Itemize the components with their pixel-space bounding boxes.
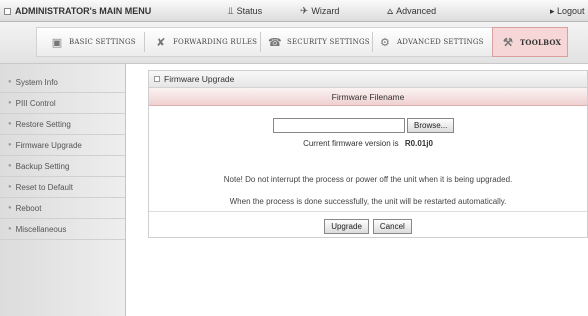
tab-toolbox[interactable]: ⚒ TOOLBOX: [492, 27, 569, 57]
firmware-file-input[interactable]: [273, 118, 405, 133]
sidebar-item-firmware-upgrade[interactable]: ● Firmware Upgrade: [0, 135, 125, 156]
status-icon: ⫫: [228, 5, 234, 17]
bullet-icon: ●: [8, 79, 12, 85]
status-menu-label: Status: [236, 6, 263, 16]
bullet-icon: ●: [8, 163, 12, 169]
tab-basic-settings-label: BASIC SETTINGS: [69, 38, 136, 46]
firmware-version-value: R0.01j0: [404, 139, 433, 148]
tab-divider: [372, 32, 373, 52]
top-menu-bar: ADMINISTRATOR's MAIN MENU ⫫ Status ✈ Wiz…: [0, 0, 588, 22]
bullet-icon: ●: [8, 226, 12, 232]
bullet-icon: ●: [8, 121, 12, 127]
sidebar-item-label: Reboot: [15, 203, 42, 213]
panel-square-icon: [154, 76, 160, 82]
main-menu-title-text: ADMINISTRATOR's MAIN MENU: [15, 6, 152, 16]
wizard-menu-label: Wizard: [311, 6, 340, 16]
column-header-label: Firmware Filename: [331, 91, 405, 102]
sidebar-item-piii-control[interactable]: ● PIII Control: [0, 93, 125, 114]
main-menu-title: ADMINISTRATOR's MAIN MENU: [4, 0, 151, 22]
sidebar-item-reboot[interactable]: ● Reboot: [0, 198, 125, 219]
sidebar-item-label: Backup Setting: [15, 161, 70, 171]
upgrade-button[interactable]: Upgrade: [324, 219, 369, 234]
sidebar-item-label: PIII Control: [15, 98, 56, 108]
advanced-settings-icon: ⚙: [379, 35, 391, 49]
browse-button[interactable]: Browse...: [407, 118, 455, 133]
toolbox-icon: ⚒: [502, 35, 514, 49]
sidebar-item-system-info[interactable]: ● System Info: [0, 72, 125, 93]
bullet-icon: ●: [8, 142, 12, 148]
menu-square-icon: [4, 7, 11, 15]
firmware-version-label: Current firmware version is: [303, 139, 399, 148]
sidebar-item-label: Reset to Default: [15, 182, 73, 192]
file-select-row: Browse...: [273, 118, 455, 133]
settings-tab-bar: ▣ BASIC SETTINGS ✘ FORWARDING RULES ☎ SE…: [0, 22, 588, 64]
tab-basic-settings[interactable]: ▣ BASIC SETTINGS: [48, 27, 136, 57]
tab-forwarding-rules[interactable]: ✘ FORWARDING RULES: [152, 27, 257, 57]
sidebar-item-backup-setting[interactable]: ● Backup Setting: [0, 156, 125, 177]
advanced-menu-label: Advanced: [396, 6, 437, 16]
advanced-icon: ⩟: [387, 5, 394, 17]
logout-label: ▸ Logout: [550, 5, 585, 16]
logout-link[interactable]: ▸ Logout: [550, 0, 585, 22]
sidebar-item-reset-to-default[interactable]: ● Reset to Default: [0, 177, 125, 198]
upgrade-warning-note: Note! Do not interrupt the process or po…: [223, 175, 513, 184]
firmware-upgrade-panel: Firmware Upgrade Firmware Filename Brows…: [148, 70, 588, 238]
sidebar-item-label: Miscellaneous: [15, 224, 67, 234]
tab-divider: [260, 32, 261, 52]
sidebar-item-label: Firmware Upgrade: [15, 140, 82, 150]
status-menu[interactable]: ⫫ Status: [228, 0, 262, 22]
advanced-menu[interactable]: ⩟ Advanced: [387, 0, 436, 22]
tab-divider: [144, 32, 145, 52]
action-buttons: Upgrade Cancel: [149, 219, 587, 234]
tab-forwarding-rules-label: FORWARDING RULES: [173, 38, 258, 46]
tab-security-settings[interactable]: ☎ SECURITY SETTINGS: [266, 27, 370, 57]
basic-settings-icon: ▣: [51, 35, 63, 49]
sidebar-item-restore-setting[interactable]: ● Restore Setting: [0, 114, 125, 135]
bullet-icon: ●: [8, 100, 12, 106]
sidebar-item-label: Restore Setting: [15, 119, 71, 129]
cancel-button[interactable]: Cancel: [372, 219, 412, 234]
tab-advanced-settings[interactable]: ⚙ ADVANCED SETTINGS: [376, 27, 484, 57]
panel-divider: [149, 211, 587, 212]
security-settings-icon: ☎: [268, 35, 282, 49]
wizard-icon: ✈: [300, 5, 309, 17]
sidebar: ● System Info ● PIII Control ● Restore S…: [0, 64, 126, 316]
firmware-version-line: Current firmware version is R0.01j0: [149, 139, 587, 148]
panel-header: Firmware Upgrade: [149, 71, 587, 88]
tab-advanced-settings-label: ADVANCED SETTINGS: [397, 38, 484, 46]
tab-toolbox-label: TOOLBOX: [520, 37, 562, 47]
tab-security-settings-label: SECURITY SETTINGS: [287, 38, 370, 46]
sidebar-item-label: System Info: [15, 77, 58, 87]
wizard-menu[interactable]: ✈ Wizard: [300, 0, 339, 22]
sidebar-item-miscellaneous[interactable]: ● Miscellaneous: [0, 219, 125, 240]
panel-title: Firmware Upgrade: [164, 74, 235, 84]
upgrade-restart-note: When the process is done successfully, t…: [229, 197, 507, 206]
bullet-icon: ●: [8, 184, 12, 190]
column-header: Firmware Filename: [149, 88, 587, 106]
bullet-icon: ●: [8, 205, 12, 211]
forwarding-rules-icon: ✘: [156, 35, 166, 49]
